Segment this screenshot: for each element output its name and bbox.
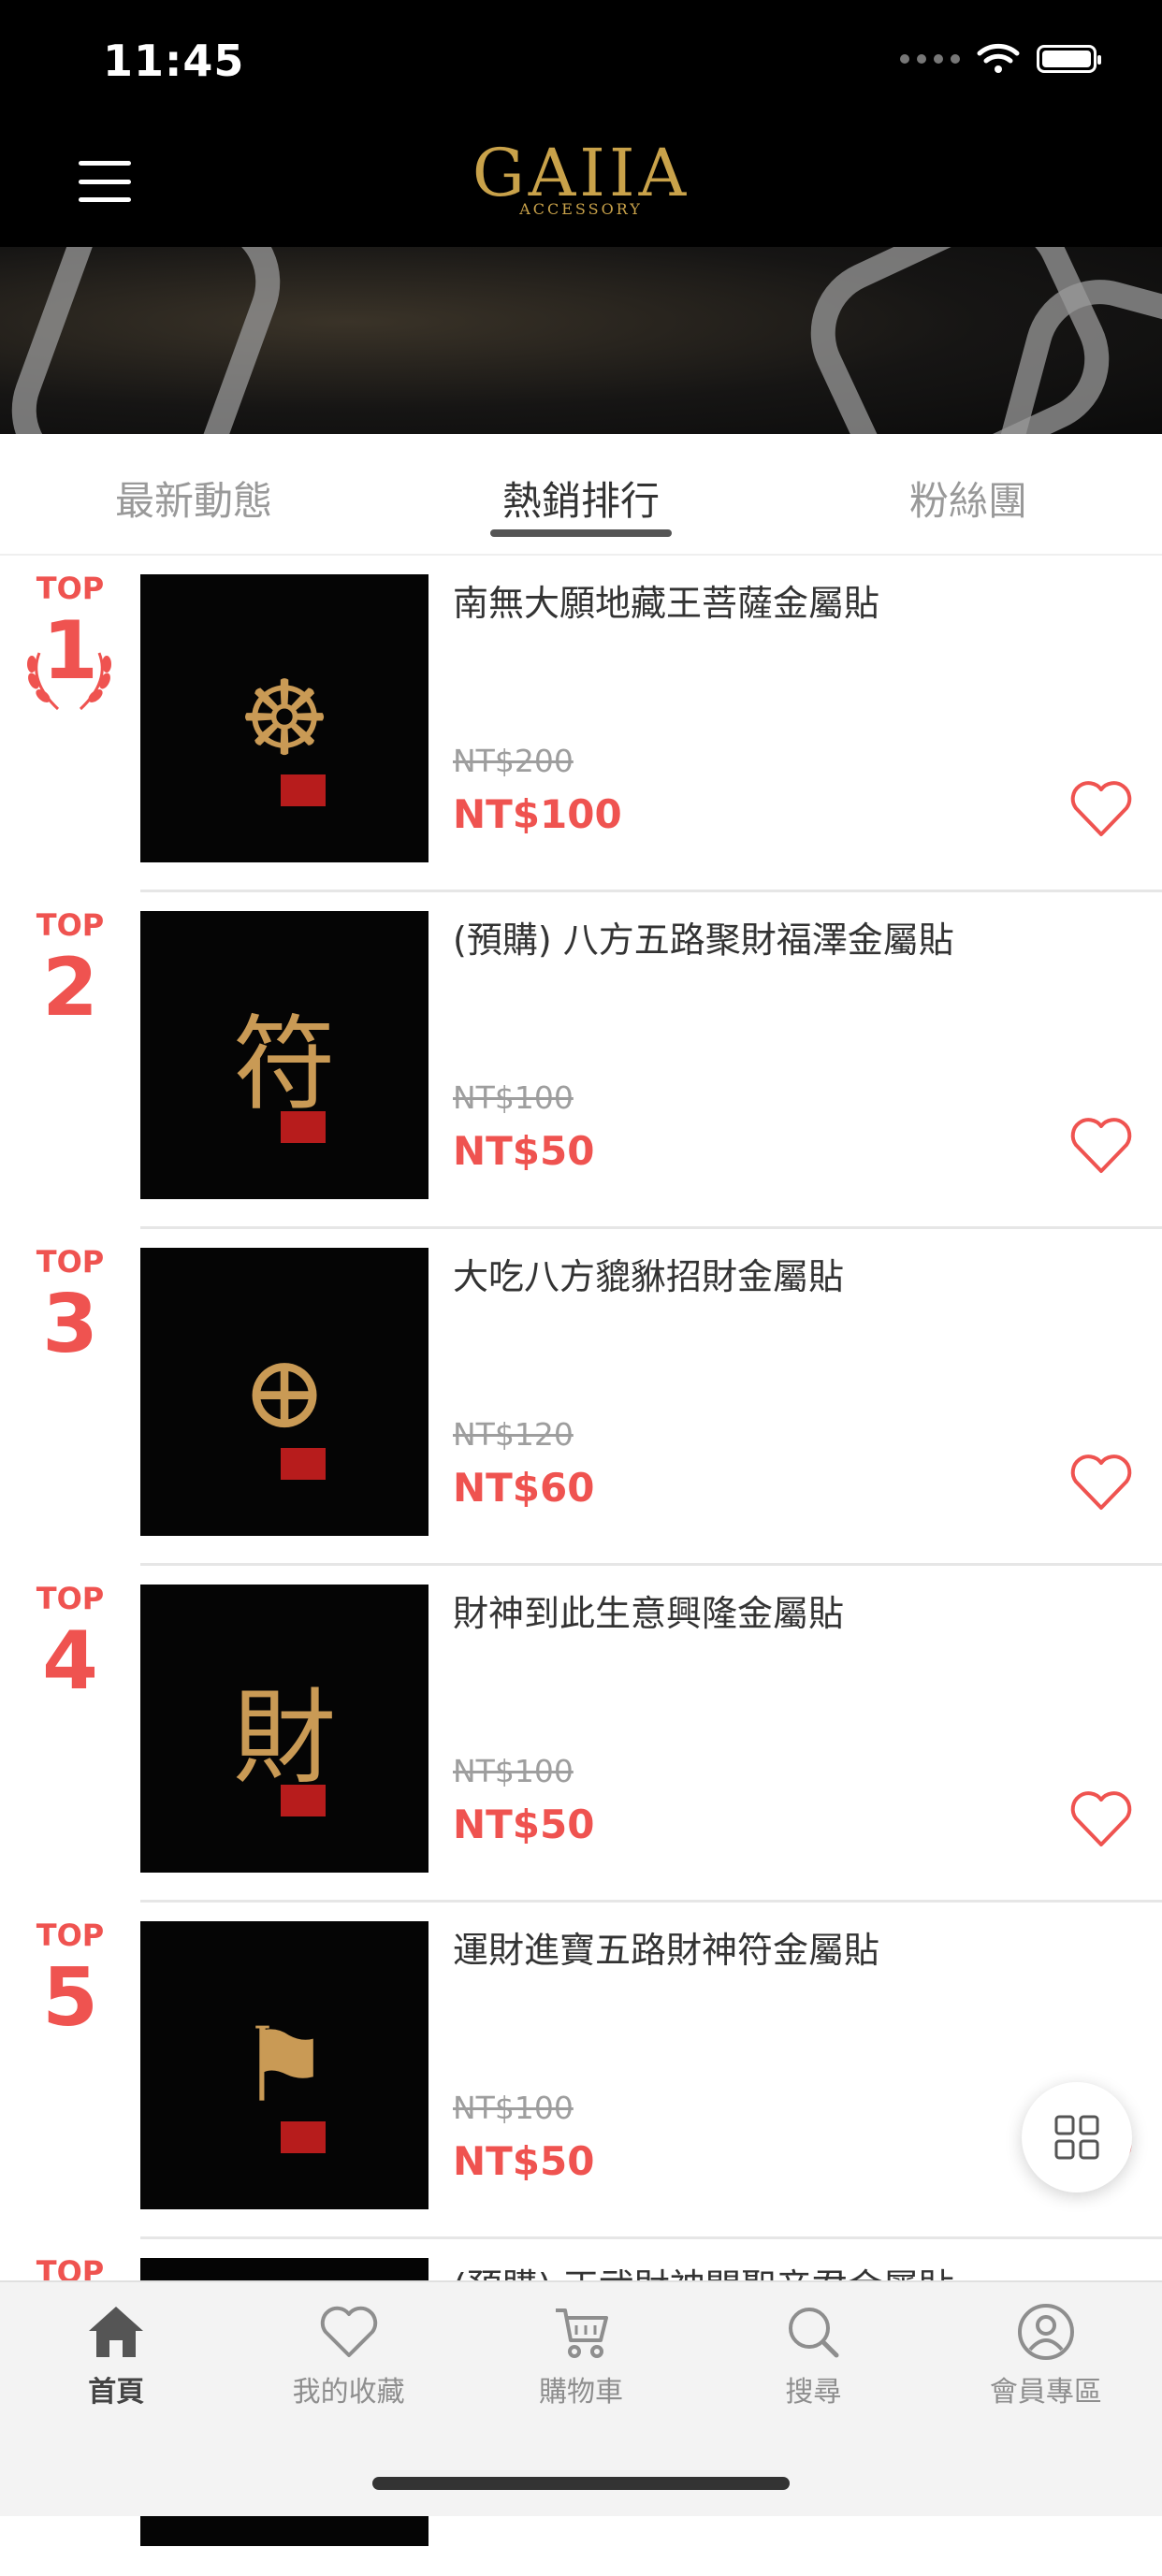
nav-label: 首頁 bbox=[88, 2376, 145, 2409]
list-item[interactable]: TOP 5 ⚑ 運財進寶五路財神符金屬貼 NT$100 NT$50 bbox=[0, 1903, 1162, 2239]
list-item[interactable]: TOP 3 ⊕ 大吃八方貔貅招財金屬貼 NT$120 NT$60 bbox=[0, 1229, 1162, 1566]
product-image[interactable]: 符 bbox=[140, 911, 428, 1199]
list-item[interactable]: TOP 2 符 (預購) 八方五路聚財福澤金屬貼 NT$100 NT$50 bbox=[0, 892, 1162, 1229]
heart-icon bbox=[320, 2306, 377, 2357]
product-title[interactable]: 南無大願地藏王菩薩金屬貼 bbox=[453, 574, 879, 626]
product-image[interactable]: ☸ bbox=[140, 574, 428, 862]
tab-bar: 最新動態 熱銷排行 粉絲團 bbox=[0, 434, 1162, 556]
product-title[interactable]: 運財進寶五路財神符金屬貼 bbox=[453, 1921, 879, 1973]
product-title[interactable]: 大吃八方貔貅招財金屬貼 bbox=[453, 1248, 844, 1299]
sale-price: NT$50 bbox=[453, 1128, 595, 1174]
seal-decoration bbox=[281, 1111, 326, 1143]
product-title[interactable]: 財神到此生意興隆金屬貼 bbox=[453, 1585, 844, 1636]
rank-badge: TOP 4 bbox=[19, 1581, 122, 1706]
nav-label: 我的收藏 bbox=[292, 2376, 405, 2409]
signal-icon bbox=[900, 54, 960, 64]
nav-label: 會員專區 bbox=[989, 2376, 1102, 2409]
nav-member[interactable]: 會員專區 bbox=[930, 2282, 1162, 2516]
wifi-icon bbox=[977, 43, 1020, 73]
seal-decoration bbox=[281, 1785, 326, 1816]
cart-icon bbox=[556, 2308, 609, 2358]
brand-logo[interactable]: GAIIA ACCESSORY bbox=[0, 140, 1162, 218]
sale-price: NT$50 bbox=[453, 2138, 595, 2184]
logo-text: GAIIA bbox=[472, 135, 690, 211]
favorite-heart-icon[interactable] bbox=[1068, 1788, 1134, 1848]
search-icon bbox=[789, 2308, 839, 2358]
rank-badge: TOP 5 bbox=[19, 1918, 122, 2043]
user-icon bbox=[1017, 2304, 1074, 2360]
original-price: NT$100 bbox=[453, 1753, 574, 1789]
rank-badge: TOP 2 bbox=[19, 907, 122, 1033]
sale-price: NT$60 bbox=[453, 1465, 595, 1511]
original-price: NT$100 bbox=[453, 1079, 574, 1116]
tab-indicator bbox=[490, 529, 672, 537]
rank-label: TOP bbox=[36, 1918, 105, 1953]
rank-label: TOP bbox=[36, 1581, 105, 1616]
list-item[interactable]: TOP 1 ☸ 南無大願地藏王菩薩金屬貼 NT$200 NT$100 bbox=[0, 556, 1162, 892]
rank-number: 4 bbox=[42, 1614, 98, 1708]
grid-view-button[interactable] bbox=[1022, 2082, 1132, 2192]
status-icons bbox=[900, 43, 1101, 75]
favorite-heart-icon[interactable] bbox=[1068, 1452, 1134, 1512]
nav-home[interactable]: 首頁 bbox=[0, 2282, 232, 2516]
tab-label: 粉絲團 bbox=[908, 478, 1027, 524]
status-time: 11:45 bbox=[103, 36, 245, 86]
tab-latest[interactable]: 最新動態 bbox=[0, 434, 387, 554]
nav-label: 購物車 bbox=[539, 2376, 624, 2409]
chain-decoration bbox=[0, 247, 301, 434]
laurel-icon bbox=[27, 652, 111, 711]
seal-decoration bbox=[281, 1448, 326, 1480]
home-indicator bbox=[372, 2477, 790, 2490]
rank-label: TOP bbox=[36, 571, 105, 606]
product-art: ⚑ bbox=[238, 2005, 331, 2125]
product-image[interactable]: 財 bbox=[140, 1585, 428, 1873]
rank-number: 5 bbox=[42, 1951, 98, 2045]
rank-number: 2 bbox=[42, 941, 98, 1035]
product-title[interactable]: (預購) 八方五路聚財福澤金屬貼 bbox=[453, 911, 954, 962]
grid-icon bbox=[1054, 2115, 1099, 2160]
original-price: NT$100 bbox=[453, 2090, 574, 2126]
tab-label: 熱銷排行 bbox=[501, 478, 660, 524]
tab-fanclub[interactable]: 粉絲團 bbox=[775, 434, 1162, 554]
product-art: ☸ bbox=[238, 658, 331, 778]
rank-label: TOP bbox=[36, 907, 105, 943]
logo-subtitle: ACCESSORY bbox=[519, 200, 643, 218]
original-price: NT$200 bbox=[453, 743, 574, 779]
sale-price: NT$100 bbox=[453, 791, 622, 837]
original-price: NT$120 bbox=[453, 1416, 574, 1453]
rank-badge: TOP 3 bbox=[19, 1244, 122, 1369]
list-item[interactable]: TOP 4 財 財神到此生意興隆金屬貼 NT$100 NT$50 bbox=[0, 1566, 1162, 1903]
product-art: 財 bbox=[233, 1678, 336, 1798]
tab-label: 最新動態 bbox=[114, 478, 272, 524]
rank-number: 3 bbox=[42, 1278, 98, 1371]
hero-banner[interactable] bbox=[0, 247, 1162, 434]
product-image[interactable]: ⚑ bbox=[140, 1921, 428, 2209]
tab-bestsellers[interactable]: 熱銷排行 bbox=[387, 434, 775, 554]
sale-price: NT$50 bbox=[453, 1802, 595, 1847]
product-art: ⊕ bbox=[240, 1332, 328, 1452]
product-image[interactable]: ⊕ bbox=[140, 1248, 428, 1536]
seal-decoration bbox=[281, 2121, 326, 2153]
home-icon bbox=[89, 2307, 144, 2357]
battery-icon bbox=[1037, 45, 1101, 73]
favorite-heart-icon[interactable] bbox=[1068, 1115, 1134, 1175]
favorite-heart-icon[interactable] bbox=[1068, 778, 1134, 838]
seal-decoration bbox=[281, 774, 326, 806]
product-art: 符 bbox=[233, 1005, 336, 1124]
nav-label: 搜尋 bbox=[785, 2376, 842, 2409]
rank-label: TOP bbox=[36, 1244, 105, 1280]
